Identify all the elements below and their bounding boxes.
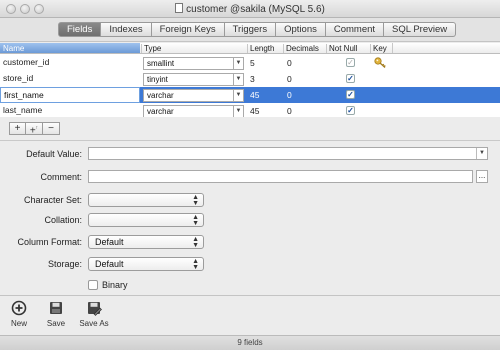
- field-name-cell[interactable]: last_name: [0, 103, 140, 117]
- field-edit-buttons: + +↑ −: [9, 122, 60, 136]
- save-button[interactable]: Save: [43, 300, 69, 328]
- updown-arrows-icon: ▲ ▼: [192, 236, 199, 249]
- status-bar: 9 fields: [0, 335, 500, 350]
- title-bar: customer @sakila (MySQL 5.6): [0, 0, 500, 18]
- new-button[interactable]: New: [6, 300, 32, 328]
- column-header-not-null[interactable]: Not Null: [326, 44, 357, 53]
- storage-value: Default: [95, 259, 124, 269]
- field-name-input[interactable]: first_name: [0, 87, 140, 103]
- chevron-down-icon: ▼: [233, 74, 243, 85]
- column-header-name[interactable]: Name: [0, 43, 140, 53]
- not-null-checkbox[interactable]: ✓: [346, 74, 355, 83]
- table-row-selected[interactable]: first_name varchar ▼ 45 0 ✓: [0, 87, 500, 103]
- field-type-value: varchar: [147, 91, 174, 100]
- not-null-checkbox[interactable]: ✓: [346, 90, 355, 99]
- storage-select[interactable]: Default ▲ ▼: [88, 257, 204, 271]
- field-type-select[interactable]: smallint ▼: [143, 57, 244, 70]
- binary-checkbox[interactable]: [88, 280, 98, 290]
- table-row[interactable]: store_id tinyint ▼ 3 0 ✓: [0, 71, 500, 87]
- chevron-down-icon: ▼: [233, 90, 243, 101]
- binary-label[interactable]: Binary: [102, 280, 128, 290]
- tab-triggers[interactable]: Triggers: [224, 22, 277, 37]
- column-divider: [392, 43, 393, 53]
- tab-comment[interactable]: Comment: [325, 22, 385, 37]
- chevron-down-icon[interactable]: ▼: [476, 148, 487, 159]
- tab-bar: Fields Indexes Foreign Keys Triggers Opt…: [58, 22, 457, 37]
- add-field-button[interactable]: +: [9, 122, 26, 135]
- not-null-checkbox[interactable]: ✓: [346, 106, 355, 115]
- window-title: customer @sakila (MySQL 5.6): [0, 3, 500, 15]
- charset-select[interactable]: ▲ ▼: [88, 193, 204, 207]
- window-title-text: customer @sakila (MySQL 5.6): [186, 4, 325, 15]
- column-header-key[interactable]: Key: [370, 44, 387, 53]
- new-button-label: New: [10, 319, 27, 328]
- updown-arrows-icon: ▲ ▼: [192, 194, 199, 207]
- field-length-cell[interactable]: 3: [250, 74, 255, 84]
- default-value-label: Default Value:: [26, 149, 82, 159]
- tab-indexes[interactable]: Indexes: [101, 22, 152, 37]
- plus-circle-icon: [11, 300, 27, 316]
- not-null-checkbox[interactable]: ✓: [346, 58, 355, 67]
- collation-select[interactable]: ▲ ▼: [88, 213, 204, 227]
- document-icon: [175, 3, 184, 13]
- comment-label: Comment:: [40, 172, 82, 182]
- grid-header: Name Type Length Decimals Not Null Key: [0, 43, 500, 54]
- field-decimals-cell[interactable]: 0: [287, 58, 292, 68]
- column-header-type[interactable]: Type: [141, 44, 161, 53]
- table-row[interactable]: last_name varchar ▼ 45 0 ✓: [0, 103, 500, 117]
- save-button-label: Save: [46, 319, 66, 328]
- tab-options[interactable]: Options: [276, 22, 326, 37]
- field-name-cell[interactable]: store_id: [0, 71, 140, 87]
- field-decimals-cell[interactable]: 0: [287, 106, 292, 116]
- charset-label: Character Set:: [23, 195, 82, 205]
- tab-fields[interactable]: Fields: [58, 22, 102, 37]
- field-decimals-cell[interactable]: 0: [287, 74, 292, 84]
- updown-arrows-icon: ▲ ▼: [192, 258, 199, 271]
- key-icon: [374, 57, 386, 68]
- field-decimals-cell[interactable]: 0: [287, 90, 292, 100]
- field-length-cell[interactable]: 45: [250, 106, 259, 116]
- floppy-disk-icon: [50, 302, 62, 314]
- chevron-down-icon: ▼: [233, 58, 243, 69]
- save-as-button[interactable]: Save As: [76, 300, 112, 328]
- floppy-disk-pencil-icon: [88, 302, 102, 316]
- field-type-value: smallint: [147, 59, 175, 68]
- column-format-label: Column Format:: [17, 237, 82, 247]
- column-format-value: Default: [95, 237, 124, 247]
- tab-foreign-keys[interactable]: Foreign Keys: [151, 22, 225, 37]
- insert-field-button[interactable]: +↑: [26, 122, 43, 136]
- column-format-select[interactable]: Default ▲ ▼: [88, 235, 204, 249]
- field-length-cell[interactable]: 5: [250, 58, 255, 68]
- field-type-select[interactable]: varchar ▼: [143, 105, 244, 117]
- tab-sql-preview[interactable]: SQL Preview: [384, 22, 457, 37]
- comment-field[interactable]: [88, 170, 473, 183]
- column-header-decimals[interactable]: Decimals: [283, 44, 319, 53]
- updown-arrows-icon: ▲ ▼: [192, 214, 199, 227]
- bottom-toolbar: New Save Save As: [0, 295, 500, 335]
- field-properties-panel: Default Value: ▼ Comment: ... Character …: [0, 140, 500, 295]
- field-type-select[interactable]: tinyint ▼: [143, 73, 244, 86]
- column-header-length[interactable]: Length: [247, 44, 274, 53]
- field-type-select[interactable]: varchar ▼: [143, 89, 244, 102]
- remove-field-button[interactable]: −: [43, 122, 60, 135]
- default-value-combo[interactable]: ▼: [88, 147, 488, 160]
- comment-more-button[interactable]: ...: [476, 170, 488, 183]
- table-row[interactable]: customer_id smallint ▼ 5 0 ✓: [0, 55, 500, 71]
- field-type-value: varchar: [147, 107, 174, 116]
- field-type-value: tinyint: [147, 75, 168, 84]
- tab-toolbar: Fields Indexes Foreign Keys Triggers Opt…: [0, 18, 500, 42]
- field-length-cell[interactable]: 45: [250, 90, 259, 100]
- fields-grid: Name Type Length Decimals Not Null Key c…: [0, 43, 500, 117]
- field-name-cell[interactable]: customer_id: [0, 55, 140, 71]
- storage-label: Storage:: [47, 259, 82, 269]
- chevron-down-icon: ▼: [233, 106, 243, 117]
- collation-label: Collation:: [44, 215, 82, 225]
- save-as-button-label: Save As: [79, 319, 109, 328]
